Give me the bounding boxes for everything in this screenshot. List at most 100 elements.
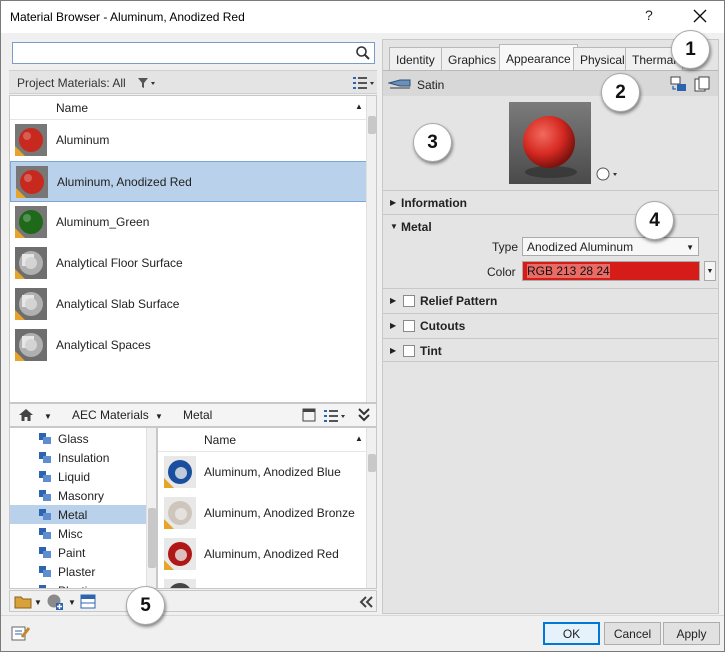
tree-item[interactable]: Plastic [10, 581, 146, 588]
tree-item[interactable]: Insulation [10, 448, 146, 467]
edit-icon[interactable] [11, 624, 31, 642]
list-item[interactable]: Analytical Floor Surface [10, 243, 368, 284]
material-swatch [15, 206, 47, 238]
preview-options-icon[interactable] [595, 166, 621, 182]
relief-pattern-checkbox[interactable] [403, 295, 415, 307]
material-name: Aluminum, Anodized Red [204, 547, 339, 561]
material-swatch [15, 124, 47, 156]
breadcrumb-dropdown-icon[interactable]: ▼ [155, 412, 163, 421]
material-swatch [164, 456, 196, 488]
library-category-tree: Glass Insulation Liquid Masonry Metal Misc Pai… [9, 427, 157, 589]
project-materials-list: Name ▲ Aluminum Aluminum, Anodized Red Alu… [9, 95, 377, 403]
tree-item[interactable]: Misc [10, 524, 146, 543]
tree-item[interactable]: Glass [10, 429, 146, 448]
tree-item-label: Plastic [58, 584, 93, 588]
tint-checkbox[interactable] [403, 345, 415, 357]
library-list-scrollbar[interactable] [366, 428, 376, 588]
material-swatch [15, 247, 47, 279]
material-swatch [15, 329, 47, 361]
category-icon [39, 433, 51, 444]
project-list-scrollbar[interactable] [366, 96, 376, 402]
callout-4: 4 [635, 201, 674, 240]
list-item[interactable]: Aluminum_Green [10, 202, 368, 243]
library-list-item[interactable]: Aluminum, Anodized Red [158, 534, 366, 575]
list-item[interactable]: Analytical Slab Surface [10, 284, 368, 325]
cutouts-section[interactable]: ▶ Cutouts [383, 313, 718, 337]
color-dropdown-button[interactable]: ▼ [704, 261, 716, 281]
tree-scrollbar[interactable] [146, 428, 156, 588]
breadcrumb-metal[interactable]: Metal [183, 408, 212, 422]
type-select[interactable]: Anodized Aluminum ▼ [522, 237, 699, 256]
asset-browser-icon[interactable] [80, 594, 96, 609]
material-name: Aluminum, Anodized Blue [204, 465, 341, 479]
list-item[interactable]: Aluminum [10, 120, 368, 161]
filter-icon[interactable] [137, 77, 157, 89]
library-sort-icon: ▲ [355, 434, 363, 443]
close-icon [693, 9, 707, 23]
tree-item[interactable]: Metal [10, 505, 146, 524]
project-materials-bar: Project Materials: All [9, 70, 377, 94]
callout-2: 2 [601, 73, 640, 112]
category-icon [39, 566, 51, 577]
material-swatch [164, 538, 196, 570]
callout-3: 3 [413, 123, 452, 162]
panel-toggle-icon[interactable] [302, 408, 316, 422]
library-folder-dropdown-icon[interactable]: ▼ [34, 598, 42, 607]
library-list-item[interactable]: Aluminum, Anodized Bronze [158, 493, 366, 534]
type-label: Type [492, 240, 519, 254]
editor-tabs: Identity Graphics Appearance Physical Th… [383, 44, 720, 72]
list-item[interactable]: Aluminum, Anodized Red [10, 161, 368, 202]
library-list-item[interactable]: Aluminum, Anodized Blue [158, 452, 366, 493]
collapse-library-icon[interactable] [357, 407, 371, 423]
tree-item[interactable]: Liquid [10, 467, 146, 486]
tree-item[interactable]: Masonry [10, 486, 146, 505]
list-item[interactable]: Analytical Spaces [10, 325, 368, 366]
tint-section[interactable]: ▶ Tint [383, 338, 718, 362]
library-materials-list: Name ▲ Aluminum, Anodized Blue Aluminum, … [157, 427, 377, 589]
library-view-icon[interactable] [323, 409, 347, 423]
replace-asset-icon[interactable] [669, 76, 687, 92]
name-column-header[interactable]: Name ▲ [10, 96, 376, 120]
tab-identity[interactable]: Identity [389, 47, 442, 71]
close-button[interactable] [689, 5, 711, 27]
tab-graphics[interactable]: Graphics [441, 47, 504, 71]
cutouts-checkbox[interactable] [403, 320, 415, 332]
material-name: Analytical Spaces [56, 338, 151, 352]
apply-button[interactable]: Apply [663, 622, 720, 645]
cancel-button[interactable]: Cancel [604, 622, 661, 645]
material-name: Analytical Slab Surface [56, 297, 180, 311]
collapse-left-icon[interactable] [359, 595, 373, 609]
callout-1: 1 [671, 30, 710, 69]
search-input[interactable] [12, 42, 375, 64]
tree-item[interactable]: Paint [10, 543, 146, 562]
library-folder-icon[interactable] [14, 594, 34, 610]
tree-item[interactable]: Plaster [10, 562, 146, 581]
category-icon [39, 528, 51, 539]
create-material-dropdown-icon[interactable]: ▼ [68, 598, 76, 607]
material-name: Aluminum, Anodized Bronze [204, 506, 355, 520]
view-options-icon[interactable] [352, 76, 376, 90]
category-icon [39, 547, 51, 558]
search-icon[interactable] [355, 45, 371, 61]
home-icon[interactable] [18, 408, 34, 422]
home-dropdown-icon[interactable]: ▼ [44, 412, 52, 421]
tree-item-label: Masonry [58, 489, 105, 503]
duplicate-asset-icon[interactable] [694, 76, 710, 92]
create-material-icon[interactable] [46, 593, 64, 611]
help-button[interactable]: ? [645, 7, 653, 23]
project-materials-label: Project Materials: All [17, 76, 126, 90]
left-footer-toolbar: ▼ ▼ [9, 590, 377, 612]
tab-appearance[interactable]: Appearance [499, 44, 578, 72]
library-list-item[interactable]: Aluminum, Anodized Silver [158, 575, 366, 588]
left-pane: Project Materials: All Name ▲ Aluminum Al… [9, 39, 377, 614]
tab-physical[interactable]: Physical [573, 47, 632, 71]
ok-button[interactable]: OK [543, 622, 600, 645]
library-name-column-header[interactable]: Name ▲ [158, 428, 376, 452]
expand-arrow-icon: ▶ [390, 198, 397, 207]
material-name: Aluminum_Green [56, 215, 150, 229]
color-field[interactable]: RGB 213 28 24 [522, 261, 700, 281]
relief-pattern-section[interactable]: ▶ Relief Pattern [383, 288, 718, 312]
breadcrumb-aec-materials[interactable]: AEC Materials [72, 408, 149, 422]
category-icon [39, 509, 51, 520]
category-icon [39, 585, 46, 588]
